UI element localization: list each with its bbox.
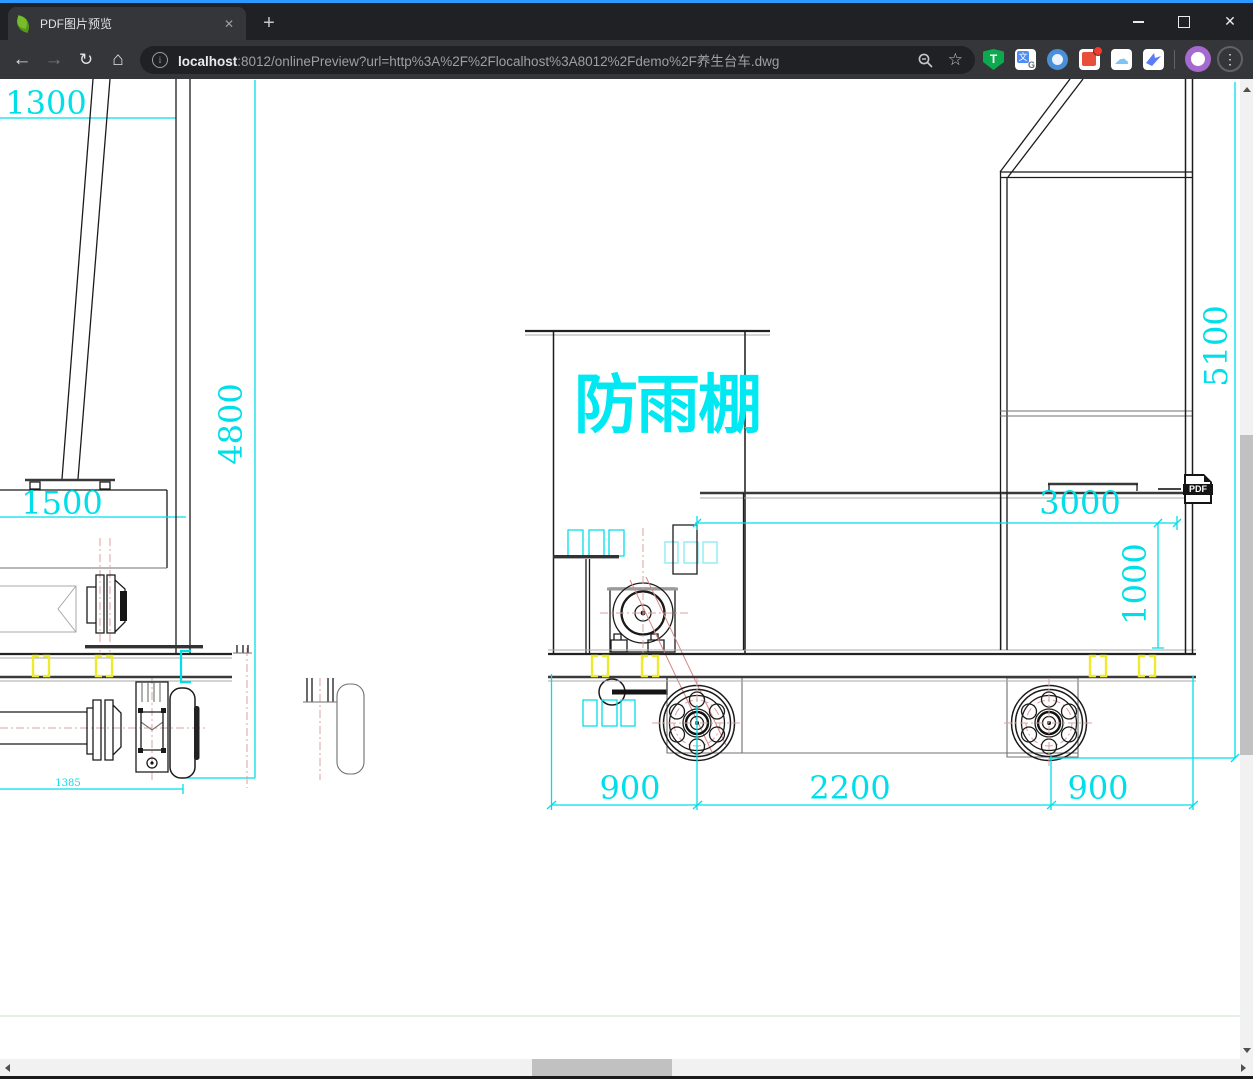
page-content: 1300 1500 4800 1385 防雨棚 3000 1000 5100 9… xyxy=(0,79,1253,1079)
wheel-rear xyxy=(1004,678,1094,768)
dimension-label-5100: 5100 xyxy=(1197,305,1235,386)
zoom-page-icon[interactable] xyxy=(917,52,934,69)
bookmark-star-icon[interactable]: ☆ xyxy=(948,50,963,70)
scroll-right-arrow[interactable] xyxy=(1241,1064,1246,1072)
pdf-badge-label: PDF xyxy=(1183,484,1213,495)
drawing-canvas: 1300 1500 4800 1385 防雨棚 3000 1000 5100 9… xyxy=(0,79,1240,1017)
window-titlebar: PDF图片预览 ✕ + ✕ xyxy=(0,0,1253,40)
devtool-extension-icon[interactable] xyxy=(1079,46,1103,70)
new-tab-button[interactable]: + xyxy=(256,10,282,36)
dimension-label-900-rear: 900 xyxy=(1067,769,1128,807)
window-controls: ✕ xyxy=(1115,3,1253,40)
vertical-scroll-thumb[interactable] xyxy=(1240,435,1253,755)
yellow-clamps xyxy=(31,654,1157,678)
browser-toolbar: ← → ↻ ⌂ i localhost:8012/onlinePreview?u… xyxy=(0,40,1253,79)
maximize-icon xyxy=(1178,15,1190,28)
window-accent-line xyxy=(0,0,1253,3)
side-view-dimensions: 3000 1000 5100 900 2200 900 xyxy=(546,82,1240,810)
rain-shelter-label: 防雨棚 xyxy=(574,369,760,443)
dimension-label-3000: 3000 xyxy=(1039,484,1120,522)
home-button[interactable]: ⌂ xyxy=(103,40,133,79)
avatar-figure xyxy=(1191,52,1205,66)
tab-title: PDF图片预览 xyxy=(40,17,113,31)
url-path: :8012/onlinePreview?url=http%3A%2F%2Floc… xyxy=(237,54,780,69)
profile-avatar[interactable] xyxy=(1185,46,1211,72)
toolbar-divider xyxy=(1174,50,1175,69)
horizontal-scroll-thumb[interactable] xyxy=(532,1059,672,1076)
browser-menu-button[interactable]: ⋮ xyxy=(1217,46,1243,72)
cloud-extension-icon[interactable]: ☁ xyxy=(1111,49,1132,70)
tampermonkey-extension-icon[interactable]: T xyxy=(983,49,1004,70)
left-end-view: 1300 1500 4800 1385 xyxy=(0,79,365,794)
back-button[interactable]: ← xyxy=(7,40,37,79)
close-button[interactable]: ✕ xyxy=(1207,3,1253,40)
scroll-down-arrow[interactable] xyxy=(1243,1048,1251,1053)
spring-leaf-favicon xyxy=(14,14,32,33)
bird-extension-icon[interactable] xyxy=(1143,49,1164,70)
dimension-label-900-front: 900 xyxy=(599,769,660,807)
pdf-file-icon[interactable]: PDF xyxy=(1183,474,1213,504)
minimize-icon xyxy=(1132,20,1144,23)
url-text[interactable]: localhost:8012/onlinePreview?url=http%3A… xyxy=(178,50,909,70)
browser-tab[interactable]: PDF图片预览 ✕ xyxy=(8,7,246,40)
translate-extension-icon[interactable]: 文G xyxy=(1015,49,1036,70)
notification-badge xyxy=(1093,46,1103,56)
reload-button[interactable]: ↻ xyxy=(71,40,101,79)
dimension-label-1300: 1300 xyxy=(5,84,86,122)
tab-close-icon[interactable]: ✕ xyxy=(220,17,238,31)
dimension-label-4800: 4800 xyxy=(212,383,250,464)
dimension-label-2200: 2200 xyxy=(809,769,890,807)
vertical-scrollbar[interactable] xyxy=(1240,79,1253,1059)
translate-g-glyph: G xyxy=(1027,60,1035,70)
url-host: localhost xyxy=(178,54,238,69)
dimension-label-1385: 1385 xyxy=(55,778,80,789)
maximize-button[interactable] xyxy=(1161,3,1207,40)
circle-extension-icon[interactable] xyxy=(1047,49,1068,70)
dimension-label-1000: 1000 xyxy=(1116,543,1154,624)
scroll-left-arrow[interactable] xyxy=(5,1064,10,1072)
forward-button[interactable]: → xyxy=(39,40,69,79)
page-info-icon[interactable]: i xyxy=(152,52,168,68)
horizontal-scrollbar[interactable] xyxy=(0,1059,1253,1076)
scroll-up-arrow[interactable] xyxy=(1243,87,1251,92)
dimension-label-1500: 1500 xyxy=(21,484,102,522)
minimize-button[interactable] xyxy=(1115,3,1161,40)
address-bar[interactable]: i localhost:8012/onlinePreview?url=http%… xyxy=(140,46,975,74)
